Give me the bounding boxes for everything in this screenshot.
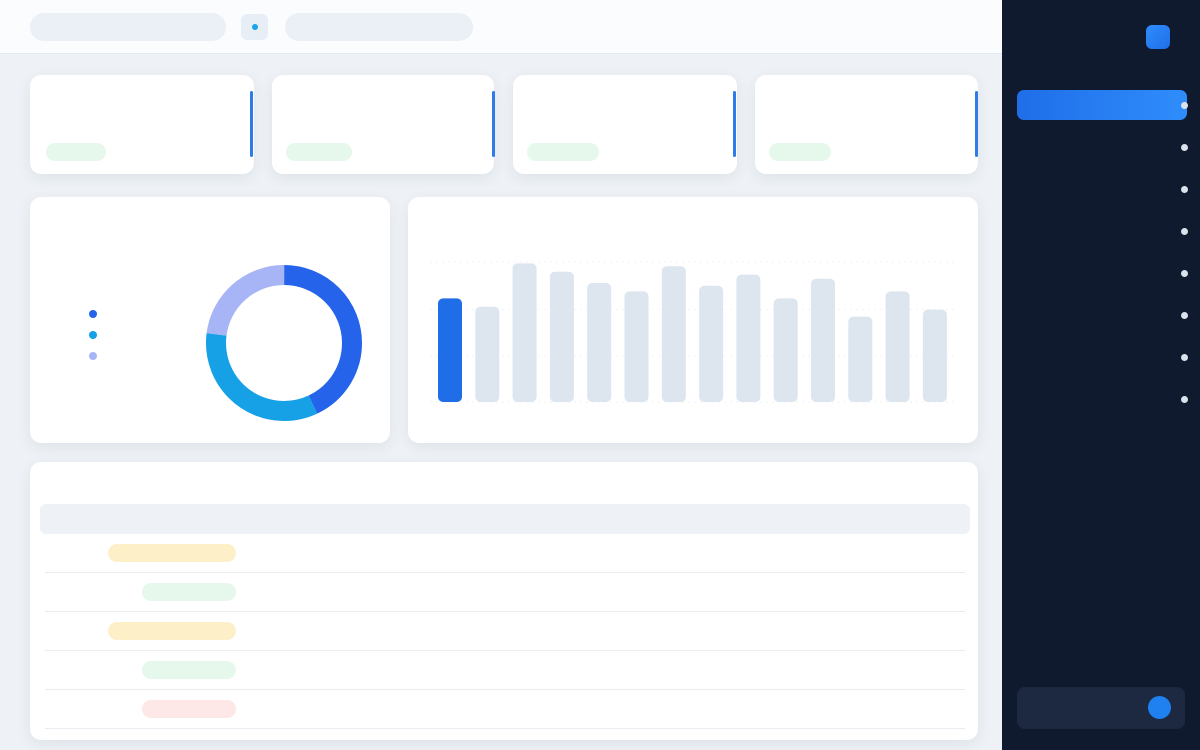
status-badge (142, 700, 236, 718)
dot-icon (1181, 270, 1188, 277)
bar[interactable] (736, 274, 761, 402)
table-row[interactable] (30, 534, 978, 573)
bar[interactable] (512, 263, 537, 402)
stat-card[interactable] (272, 75, 495, 174)
trend-badge (769, 143, 831, 161)
bar[interactable] (885, 291, 910, 402)
legend-dot-icon (89, 310, 97, 318)
bar-chart (430, 261, 956, 403)
bar[interactable] (549, 271, 574, 402)
dot-icon (1181, 312, 1188, 319)
status-badge (142, 583, 236, 601)
bar[interactable] (773, 298, 798, 402)
trend-badge (46, 143, 106, 161)
accent-bar (733, 91, 736, 157)
dot-icon (1181, 144, 1188, 151)
sidebar-item-4[interactable] (1017, 216, 1188, 246)
bar[interactable] (811, 278, 835, 402)
stat-card[interactable] (30, 75, 254, 174)
status-badge (108, 544, 236, 562)
sidebar-item-1[interactable] (1017, 90, 1188, 120)
dot-icon (1181, 396, 1188, 403)
stat-card[interactable] (513, 75, 737, 174)
legend-dot-icon (89, 352, 97, 360)
search-input[interactable] (30, 13, 226, 41)
bar-chart-panel (408, 197, 978, 443)
donut-panel (30, 197, 390, 443)
avatar[interactable] (1148, 696, 1171, 719)
sidebar-item-3[interactable] (1017, 174, 1188, 204)
status-badge (142, 661, 236, 679)
sidebar-item-8[interactable] (1017, 384, 1188, 414)
dot-icon (1181, 228, 1188, 235)
sidebar (1002, 0, 1200, 750)
bar[interactable] (922, 309, 947, 402)
row-divider (45, 728, 965, 729)
table-row[interactable] (30, 573, 978, 612)
bar[interactable] (587, 283, 612, 402)
bar[interactable] (699, 285, 724, 402)
sidebar-item-5[interactable] (1017, 258, 1188, 288)
status-button[interactable] (241, 14, 268, 40)
table-header (40, 504, 970, 534)
brand (1098, 25, 1178, 51)
logo-icon (1146, 25, 1170, 49)
stat-card[interactable] (755, 75, 978, 174)
bar[interactable] (624, 291, 649, 402)
sidebar-item-6[interactable] (1017, 300, 1188, 330)
dot-icon (1181, 102, 1188, 109)
sidebar-item-2[interactable] (1017, 132, 1188, 162)
table-row[interactable] (30, 690, 978, 729)
trend-badge (286, 143, 352, 161)
accent-bar (250, 91, 253, 157)
table-row[interactable] (30, 612, 978, 651)
donut-chart (206, 265, 362, 421)
filter-input[interactable] (285, 13, 473, 41)
bar[interactable] (438, 298, 462, 402)
status-dot-icon (252, 24, 258, 30)
bar[interactable] (661, 266, 686, 402)
top-bar (0, 0, 1002, 54)
bar[interactable] (475, 306, 500, 402)
accent-bar (975, 91, 978, 157)
sidebar-item-7[interactable] (1017, 342, 1188, 372)
user-panel[interactable] (1017, 687, 1185, 729)
dot-icon (1181, 186, 1188, 193)
table-panel (30, 462, 978, 740)
accent-bar (492, 91, 495, 157)
status-badge (108, 622, 236, 640)
bar[interactable] (848, 316, 873, 402)
dot-icon (1181, 354, 1188, 361)
legend-dot-icon (89, 331, 97, 339)
trend-badge (527, 143, 599, 161)
table-row[interactable] (30, 651, 978, 690)
